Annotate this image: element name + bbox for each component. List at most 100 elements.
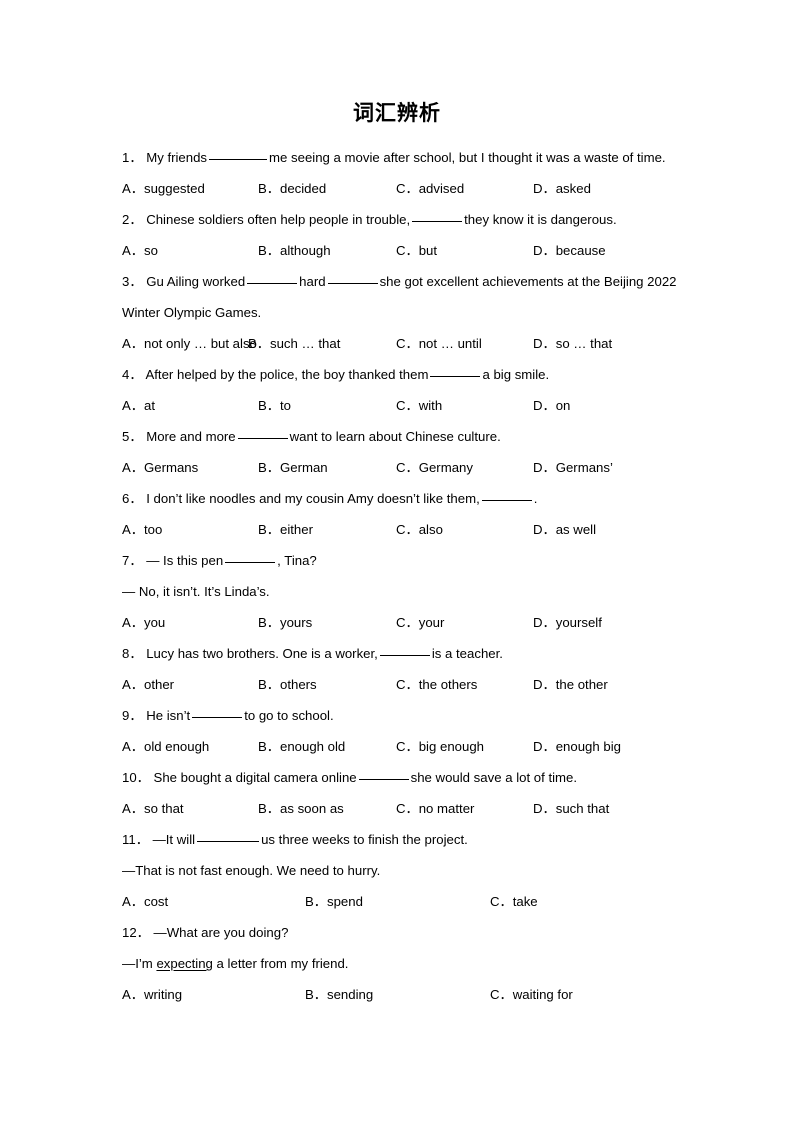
stem-after: she would save a lot of time.	[410, 770, 578, 785]
stem-after: is a teacher.	[431, 646, 503, 661]
option-b-text: decided	[279, 181, 327, 196]
option-b[interactable]: B．enough old	[258, 731, 345, 762]
option-c-label: C．	[396, 398, 419, 413]
stem-before: She bought a digital camera online	[153, 770, 357, 785]
option-a[interactable]: A．other	[122, 669, 174, 700]
stem-before: He isn’t	[146, 708, 191, 723]
option-a[interactable]: A．too	[122, 514, 162, 545]
option-a[interactable]: A．old enough	[122, 731, 209, 762]
option-a-text: so	[143, 243, 158, 258]
option-d-label: D．	[533, 801, 556, 816]
option-b[interactable]: B．although	[258, 235, 331, 266]
option-b-text: such … that	[269, 336, 341, 351]
answer-blank	[237, 438, 288, 439]
option-a-label: A．	[122, 243, 144, 258]
page-title: 词汇辨析	[353, 100, 441, 125]
option-c[interactable]: C．waiting for	[490, 979, 573, 1010]
option-c[interactable]: C．Germany	[396, 452, 473, 483]
question-number: 3．	[122, 274, 143, 289]
option-c-label: C．	[490, 987, 513, 1002]
option-d[interactable]: D．the other	[533, 669, 608, 700]
option-c[interactable]: C．but	[396, 235, 437, 266]
option-d[interactable]: D．because	[533, 235, 606, 266]
option-b[interactable]: B．such … that	[248, 328, 340, 359]
option-d[interactable]: D．Germans’	[533, 452, 613, 483]
option-b[interactable]: B．sending	[305, 979, 373, 1010]
answer-blank	[192, 717, 243, 718]
stem-before: — Is this pen	[146, 553, 224, 568]
stem-before: Lucy has two brothers. One is a worker,	[146, 646, 378, 661]
option-d-label: D．	[533, 181, 556, 196]
reply-underlined-word: expecting	[156, 956, 213, 971]
option-a-label: A．	[122, 894, 144, 909]
option-b[interactable]: B．as soon as	[258, 793, 344, 824]
option-b[interactable]: B．either	[258, 514, 313, 545]
option-d-text: Germans’	[555, 460, 613, 475]
question-number: 8．	[122, 646, 143, 661]
option-c[interactable]: C．not … until	[396, 328, 482, 359]
option-b[interactable]: B．spend	[305, 886, 363, 917]
option-d-label: D．	[533, 677, 556, 692]
option-d-label: D．	[533, 243, 556, 258]
question-stem: 2． Chinese soldiers often help people in…	[122, 204, 722, 235]
option-b[interactable]: B．others	[258, 669, 317, 700]
option-c-text: no matter	[418, 801, 475, 816]
option-d-label: D．	[533, 460, 556, 475]
option-d[interactable]: D．asked	[533, 173, 591, 204]
option-d[interactable]: D．such that	[533, 793, 609, 824]
option-a[interactable]: A．you	[122, 607, 165, 638]
option-c-label: C．	[396, 243, 419, 258]
option-c[interactable]: C．advised	[396, 173, 464, 204]
option-b-label: B．	[258, 522, 280, 537]
option-c[interactable]: C．take	[490, 886, 538, 917]
option-row: A．other B．others C．the others D．the othe…	[122, 669, 722, 700]
option-d[interactable]: D．on	[533, 390, 570, 421]
option-c-text: take	[512, 894, 538, 909]
option-d-text: the other	[555, 677, 608, 692]
option-c-text: with	[418, 398, 443, 413]
option-a[interactable]: A．so that	[122, 793, 184, 824]
option-c[interactable]: C．big enough	[396, 731, 484, 762]
option-d[interactable]: D．enough big	[533, 731, 621, 762]
option-c[interactable]: C．with	[396, 390, 442, 421]
option-c-text: the others	[418, 677, 478, 692]
option-c[interactable]: C．no matter	[396, 793, 474, 824]
option-c[interactable]: C．the others	[396, 669, 477, 700]
option-b-text: as soon as	[279, 801, 344, 816]
option-d-text: yourself	[555, 615, 602, 630]
option-a-label: A．	[122, 398, 144, 413]
option-a[interactable]: A．suggested	[122, 173, 205, 204]
option-a-text: writing	[143, 987, 183, 1002]
question-reply: — No, it isn’t. It’s Linda’s.	[122, 584, 270, 599]
option-a-label: A．	[122, 987, 144, 1002]
option-d[interactable]: D．as well	[533, 514, 596, 545]
option-b-label: B．	[258, 677, 280, 692]
option-d[interactable]: D．yourself	[533, 607, 602, 638]
option-b[interactable]: B．to	[258, 390, 291, 421]
option-d[interactable]: D．so … that	[533, 328, 612, 359]
option-a[interactable]: A．so	[122, 235, 158, 266]
option-c[interactable]: C．your	[396, 607, 444, 638]
stem-before: After helped by the police, the boy than…	[145, 367, 429, 382]
option-b[interactable]: B．German	[258, 452, 328, 483]
answer-blank	[225, 562, 276, 563]
option-b[interactable]: B．decided	[258, 173, 326, 204]
option-a[interactable]: A．cost	[122, 886, 168, 917]
answer-blank	[327, 283, 378, 284]
option-c[interactable]: C．also	[396, 514, 443, 545]
option-row: A．cost B．spend C．take	[122, 886, 722, 917]
option-a-label: A．	[122, 739, 144, 754]
option-a[interactable]: A．not only … but also	[122, 328, 257, 359]
option-b[interactable]: B．yours	[258, 607, 312, 638]
stem-after: a big smile.	[482, 367, 550, 382]
option-c-text: also	[418, 522, 443, 537]
option-a[interactable]: A．writing	[122, 979, 182, 1010]
stem-before: Gu Ailing worked	[146, 274, 246, 289]
option-c-text: waiting for	[512, 987, 573, 1002]
option-a[interactable]: A．at	[122, 390, 155, 421]
option-a-label: A．	[122, 522, 144, 537]
answer-blank	[481, 500, 532, 501]
question-stem: 9． He isn’t to go to school.	[122, 700, 722, 731]
option-a[interactable]: A．Germans	[122, 452, 198, 483]
stem-before: I don’t like noodles and my cousin Amy d…	[146, 491, 480, 506]
